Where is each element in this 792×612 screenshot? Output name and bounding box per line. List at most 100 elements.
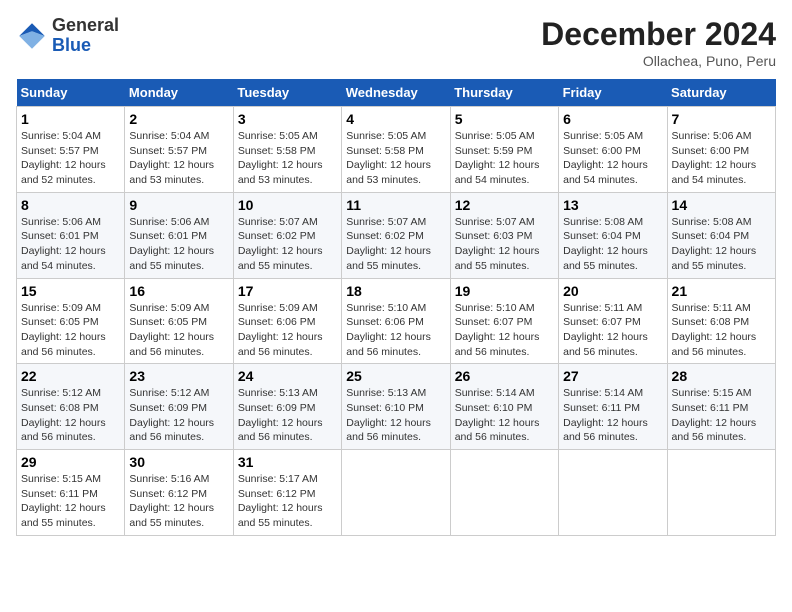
week-row-1: 1Sunrise: 5:04 AM Sunset: 5:57 PM Daylig…: [17, 107, 776, 193]
header-day-wednesday: Wednesday: [342, 79, 450, 107]
day-number: 13: [563, 197, 662, 213]
day-info: Sunrise: 5:08 AM Sunset: 6:04 PM Dayligh…: [672, 215, 771, 274]
day-number: 3: [238, 111, 337, 127]
calendar-body: 1Sunrise: 5:04 AM Sunset: 5:57 PM Daylig…: [17, 107, 776, 536]
day-number: 15: [21, 283, 120, 299]
day-number: 31: [238, 454, 337, 470]
day-number: 28: [672, 368, 771, 384]
day-info: Sunrise: 5:08 AM Sunset: 6:04 PM Dayligh…: [563, 215, 662, 274]
day-number: 29: [21, 454, 120, 470]
calendar-cell: 18Sunrise: 5:10 AM Sunset: 6:06 PM Dayli…: [342, 278, 450, 364]
week-row-3: 15 Sunrise: 5:09 AM Sunset: 6:05 PM Dayli…: [17, 278, 776, 364]
calendar-cell: 10 Sunrise: 5:07 AM Sunset: 6:02 PM Dayli…: [233, 192, 341, 278]
calendar-cell: 6 Sunrise: 5:05 AM Sunset: 6:00 PM Daylig…: [559, 107, 667, 193]
day-info: Sunrise: 5:11 AM Sunset: 6:07 PM Dayligh…: [563, 301, 662, 360]
calendar-cell: 31 Sunrise: 5:17 AM Sunset: 6:12 PM Dayli…: [233, 450, 341, 536]
calendar-cell: 22 Sunrise: 5:12 AM Sunset: 6:08 PM Dayli…: [17, 364, 125, 450]
logo-text: General Blue: [52, 16, 119, 56]
logo: General Blue: [16, 16, 119, 56]
day-info: Sunrise: 5:17 AM Sunset: 6:12 PM Dayligh…: [238, 472, 337, 531]
calendar-cell: 7 Sunrise: 5:06 AM Sunset: 6:00 PM Daylig…: [667, 107, 775, 193]
day-info: Sunrise: 5:06 AM Sunset: 6:01 PM Dayligh…: [21, 215, 120, 274]
day-number: 19: [455, 283, 554, 299]
day-number: 14: [672, 197, 771, 213]
calendar-cell: 26Sunrise: 5:14 AM Sunset: 6:10 PM Dayli…: [450, 364, 558, 450]
calendar-cell: 28 Sunrise: 5:15 AM Sunset: 6:11 PM Dayli…: [667, 364, 775, 450]
day-info: Sunrise: 5:04 AM Sunset: 5:57 PM Dayligh…: [129, 129, 228, 188]
day-info: Sunrise: 5:15 AM Sunset: 6:11 PM Dayligh…: [672, 386, 771, 445]
header-day-tuesday: Tuesday: [233, 79, 341, 107]
day-info: Sunrise: 5:07 AM Sunset: 6:03 PM Dayligh…: [455, 215, 554, 274]
header-day-saturday: Saturday: [667, 79, 775, 107]
header-day-friday: Friday: [559, 79, 667, 107]
day-info: Sunrise: 5:14 AM Sunset: 6:10 PM Dayligh…: [455, 386, 554, 445]
day-info: Sunrise: 5:11 AM Sunset: 6:08 PM Dayligh…: [672, 301, 771, 360]
day-info: Sunrise: 5:09 AM Sunset: 6:05 PM Dayligh…: [21, 301, 120, 360]
day-info: Sunrise: 5:14 AM Sunset: 6:11 PM Dayligh…: [563, 386, 662, 445]
calendar-cell: [342, 450, 450, 536]
calendar-cell: 23 Sunrise: 5:12 AM Sunset: 6:09 PM Dayli…: [125, 364, 233, 450]
day-number: 17: [238, 283, 337, 299]
day-info: Sunrise: 5:06 AM Sunset: 6:00 PM Dayligh…: [672, 129, 771, 188]
day-info: Sunrise: 5:10 AM Sunset: 6:07 PM Dayligh…: [455, 301, 554, 360]
day-info: Sunrise: 5:06 AM Sunset: 6:01 PM Dayligh…: [129, 215, 228, 274]
day-number: 21: [672, 283, 771, 299]
calendar-cell: 17 Sunrise: 5:09 AM Sunset: 6:06 PM Dayli…: [233, 278, 341, 364]
day-info: Sunrise: 5:13 AM Sunset: 6:09 PM Dayligh…: [238, 386, 337, 445]
calendar-cell: 24Sunrise: 5:13 AM Sunset: 6:09 PM Dayli…: [233, 364, 341, 450]
calendar-cell: 19 Sunrise: 5:10 AM Sunset: 6:07 PM Dayli…: [450, 278, 558, 364]
calendar-header: SundayMondayTuesdayWednesdayThursdayFrid…: [17, 79, 776, 107]
calendar-cell: 2 Sunrise: 5:04 AM Sunset: 5:57 PM Daylig…: [125, 107, 233, 193]
calendar-table: SundayMondayTuesdayWednesdayThursdayFrid…: [16, 79, 776, 536]
day-number: 4: [346, 111, 445, 127]
day-info: Sunrise: 5:16 AM Sunset: 6:12 PM Dayligh…: [129, 472, 228, 531]
week-row-5: 29Sunrise: 5:15 AM Sunset: 6:11 PM Dayli…: [17, 450, 776, 536]
title-block: December 2024 Ollachea, Puno, Peru: [541, 16, 776, 69]
day-info: Sunrise: 5:04 AM Sunset: 5:57 PM Dayligh…: [21, 129, 120, 188]
calendar-cell: 1Sunrise: 5:04 AM Sunset: 5:57 PM Daylig…: [17, 107, 125, 193]
month-title: December 2024: [541, 16, 776, 53]
calendar-cell: 20 Sunrise: 5:11 AM Sunset: 6:07 PM Dayli…: [559, 278, 667, 364]
day-number: 11: [346, 197, 445, 213]
calendar-cell: [450, 450, 558, 536]
day-info: Sunrise: 5:05 AM Sunset: 6:00 PM Dayligh…: [563, 129, 662, 188]
day-number: 30: [129, 454, 228, 470]
day-number: 5: [455, 111, 554, 127]
calendar-cell: 12Sunrise: 5:07 AM Sunset: 6:03 PM Dayli…: [450, 192, 558, 278]
header-day-thursday: Thursday: [450, 79, 558, 107]
logo-icon: [16, 20, 48, 52]
day-number: 27: [563, 368, 662, 384]
day-info: Sunrise: 5:13 AM Sunset: 6:10 PM Dayligh…: [346, 386, 445, 445]
day-number: 20: [563, 283, 662, 299]
day-number: 23: [129, 368, 228, 384]
week-row-2: 8Sunrise: 5:06 AM Sunset: 6:01 PM Daylig…: [17, 192, 776, 278]
day-info: Sunrise: 5:09 AM Sunset: 6:05 PM Dayligh…: [129, 301, 228, 360]
day-info: Sunrise: 5:09 AM Sunset: 6:06 PM Dayligh…: [238, 301, 337, 360]
week-row-4: 22 Sunrise: 5:12 AM Sunset: 6:08 PM Dayli…: [17, 364, 776, 450]
day-number: 25: [346, 368, 445, 384]
calendar-cell: 9 Sunrise: 5:06 AM Sunset: 6:01 PM Daylig…: [125, 192, 233, 278]
calendar-cell: 13 Sunrise: 5:08 AM Sunset: 6:04 PM Dayli…: [559, 192, 667, 278]
day-info: Sunrise: 5:12 AM Sunset: 6:08 PM Dayligh…: [21, 386, 120, 445]
day-info: Sunrise: 5:07 AM Sunset: 6:02 PM Dayligh…: [346, 215, 445, 274]
header-day-monday: Monday: [125, 79, 233, 107]
calendar-cell: 11 Sunrise: 5:07 AM Sunset: 6:02 PM Dayli…: [342, 192, 450, 278]
day-number: 16: [129, 283, 228, 299]
day-number: 2: [129, 111, 228, 127]
logo-blue: Blue: [52, 35, 91, 55]
header-day-sunday: Sunday: [17, 79, 125, 107]
logo-general: General: [52, 15, 119, 35]
calendar-cell: 16 Sunrise: 5:09 AM Sunset: 6:05 PM Dayli…: [125, 278, 233, 364]
day-number: 22: [21, 368, 120, 384]
day-number: 6: [563, 111, 662, 127]
location: Ollachea, Puno, Peru: [541, 53, 776, 69]
day-number: 9: [129, 197, 228, 213]
day-info: Sunrise: 5:05 AM Sunset: 5:58 PM Dayligh…: [238, 129, 337, 188]
day-info: Sunrise: 5:12 AM Sunset: 6:09 PM Dayligh…: [129, 386, 228, 445]
day-number: 18: [346, 283, 445, 299]
calendar-cell: 3 Sunrise: 5:05 AM Sunset: 5:58 PM Daylig…: [233, 107, 341, 193]
calendar-cell: 21 Sunrise: 5:11 AM Sunset: 6:08 PM Dayli…: [667, 278, 775, 364]
day-number: 10: [238, 197, 337, 213]
day-number: 7: [672, 111, 771, 127]
day-info: Sunrise: 5:07 AM Sunset: 6:02 PM Dayligh…: [238, 215, 337, 274]
